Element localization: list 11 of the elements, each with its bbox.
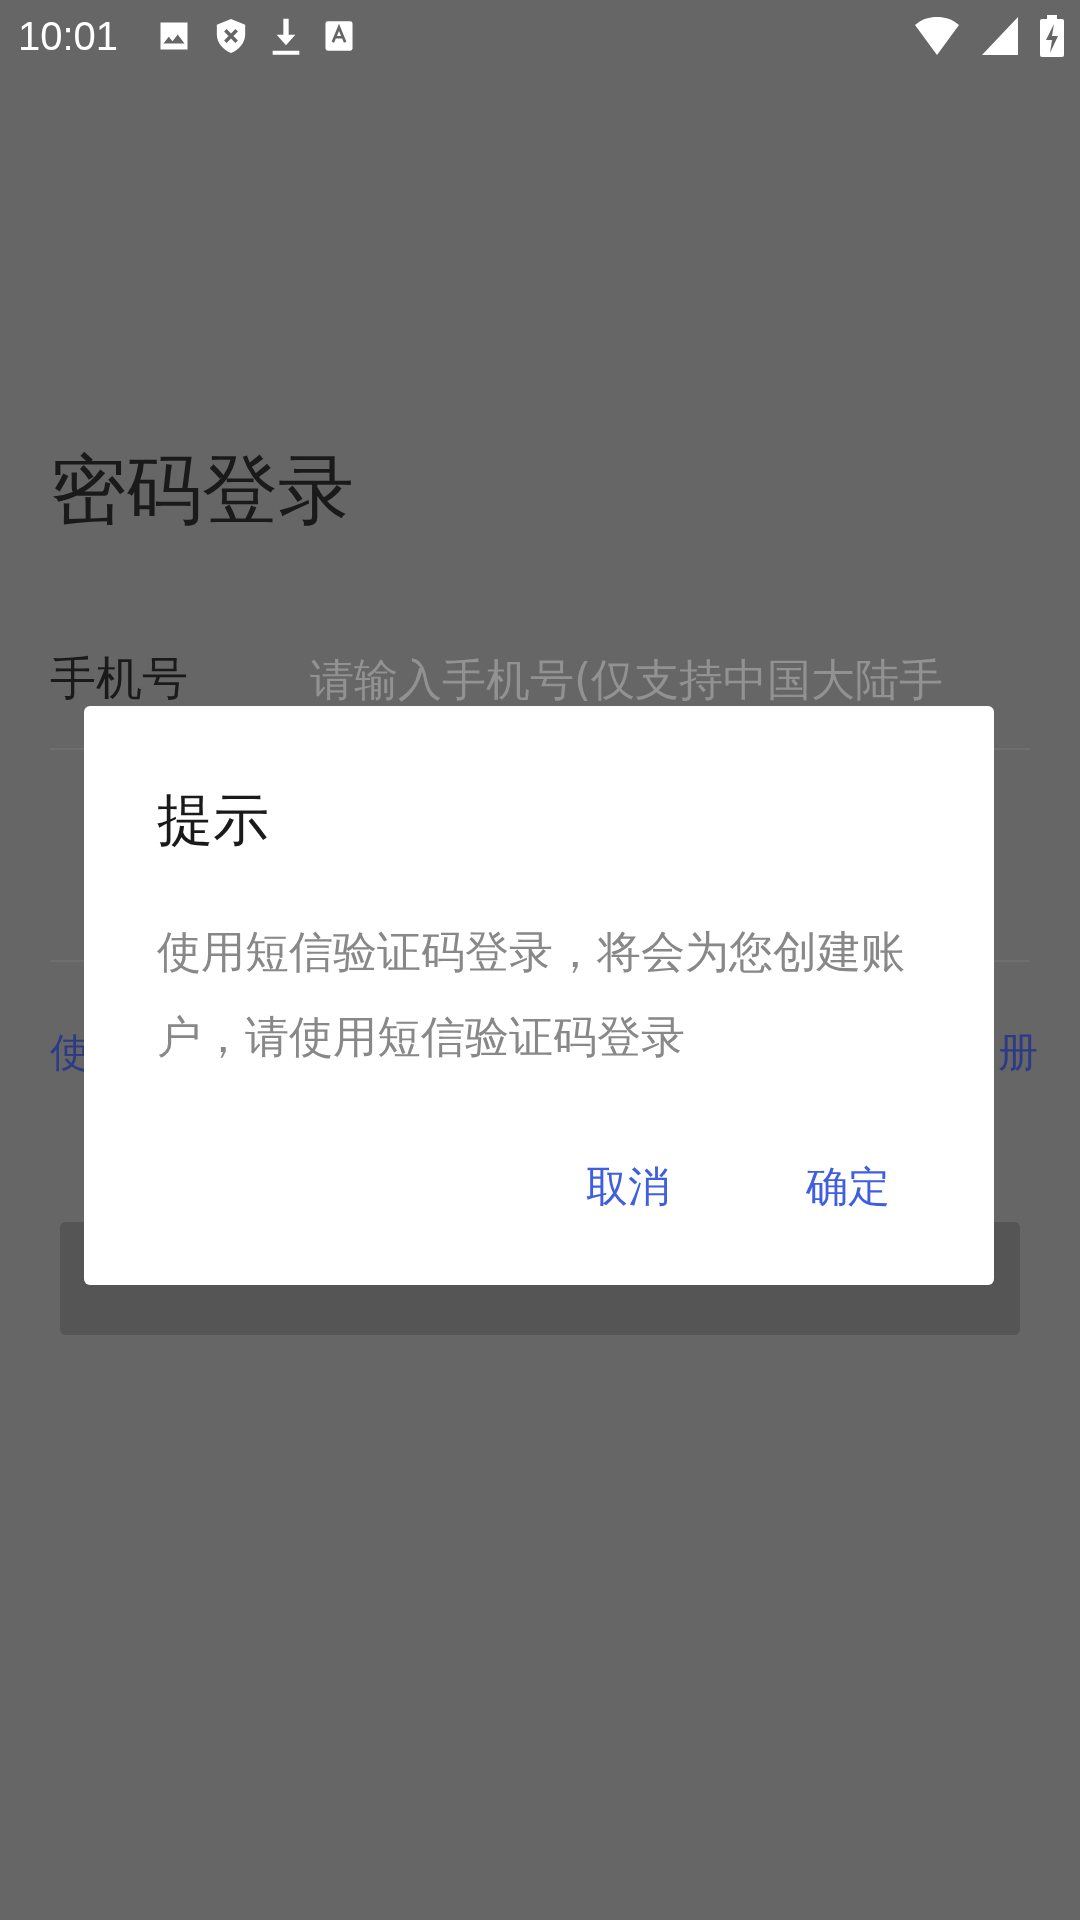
confirm-button[interactable]: 确定 <box>782 1139 914 1236</box>
battery-icon <box>1040 15 1064 57</box>
dialog-title: 提示 <box>157 786 270 854</box>
text-icon <box>324 20 355 52</box>
signal-icon <box>982 17 1018 55</box>
cancel-button[interactable]: 取消 <box>562 1139 694 1236</box>
phone-label: 手机号 <box>50 650 189 707</box>
wifi-icon <box>914 17 960 55</box>
dialog-message: 使用短信验证码登录，将会为您创建账户，请使用短信验证码登录 <box>157 925 906 1065</box>
clock: 10:01 <box>18 13 119 59</box>
page-title: 密码登录 <box>50 452 355 528</box>
